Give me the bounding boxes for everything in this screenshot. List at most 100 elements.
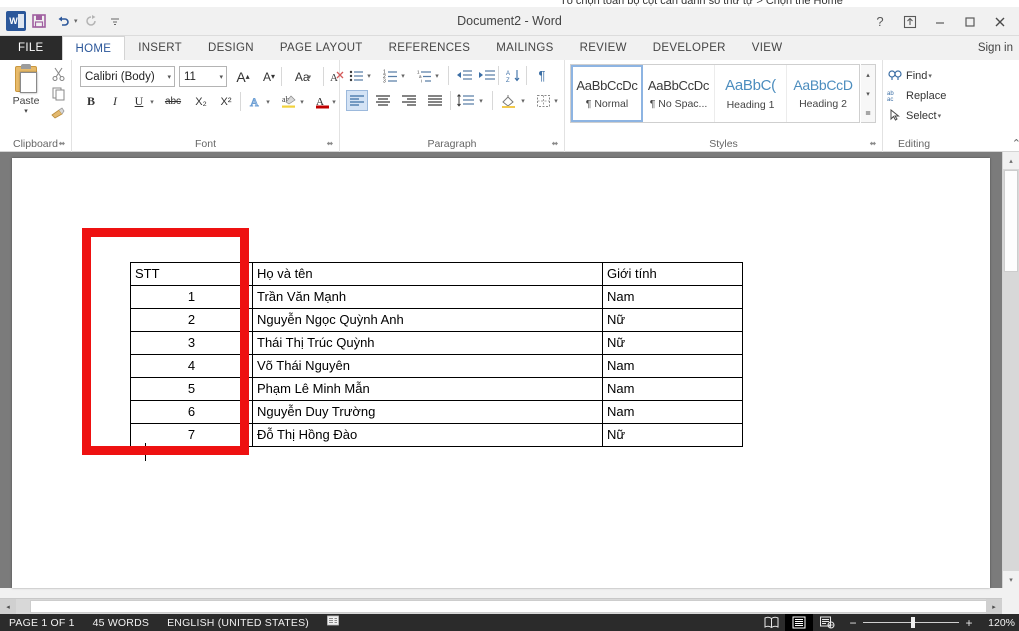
subscript-button[interactable]: X₂ <box>190 91 212 112</box>
underline-caret[interactable]: ▾ <box>148 91 158 112</box>
replace-button[interactable]: abac Replace <box>887 86 946 106</box>
collapse-ribbon-icon[interactable]: ⌃ <box>1012 137 1019 150</box>
tab-developer[interactable]: DEVELOPER <box>640 36 739 60</box>
font-dialog-launcher[interactable]: ⬌ <box>325 139 335 149</box>
superscript-button[interactable]: X² <box>215 91 237 112</box>
word-count[interactable]: 45 WORDS <box>84 617 158 629</box>
horizontal-scroll-thumb[interactable] <box>30 600 990 613</box>
cell-stt[interactable]: 4 <box>131 355 253 378</box>
paragraph-dialog-launcher[interactable]: ⬌ <box>550 139 560 149</box>
cell-gender[interactable]: Nam <box>603 378 743 401</box>
tab-mailings[interactable]: MAILINGS <box>483 36 566 60</box>
tab-file[interactable]: FILE <box>0 36 62 60</box>
vertical-scroll-thumb[interactable] <box>1004 170 1018 272</box>
font-size-input[interactable]: 11 ▾ <box>179 66 227 87</box>
bold-button[interactable]: B <box>80 91 102 112</box>
scroll-right-icon[interactable]: ▸ <box>986 599 1002 614</box>
zoom-in-button[interactable]: + <box>963 616 975 630</box>
cell-stt[interactable]: 2 <box>131 309 253 332</box>
tab-design[interactable]: DESIGN <box>195 36 267 60</box>
zoom-slider-handle[interactable] <box>911 617 915 628</box>
format-painter-icon[interactable] <box>48 104 68 122</box>
scroll-left-icon[interactable]: ◂ <box>0 599 16 614</box>
clipboard-dialog-launcher[interactable]: ⬌ <box>57 139 67 149</box>
font-name-input[interactable]: Calibri (Body) ▾ <box>80 66 175 87</box>
document-canvas[interactable]: STT Họ và tên Giới tính 1 Trần Văn Mạnh … <box>0 152 1019 588</box>
cell-name[interactable]: Phạm Lê Minh Mẫn <box>253 378 603 401</box>
font-size-caret[interactable]: ▾ <box>219 73 223 81</box>
show-formatting-marks-icon[interactable]: ¶ <box>531 65 553 86</box>
cell-name[interactable]: Nguyễn Duy Trường <box>253 401 603 424</box>
scroll-up-icon[interactable]: ▴ <box>1003 152 1019 169</box>
web-layout-button[interactable] <box>813 614 841 631</box>
table-row[interactable]: 3 Thái Thị Trúc Quỳnh Nữ <box>131 332 743 355</box>
select-button[interactable]: Select ▾ <box>887 106 941 126</box>
page-indicator[interactable]: PAGE 1 OF 1 <box>0 617 84 629</box>
paste-button[interactable]: Paste ▾ <box>6 64 46 115</box>
tab-insert[interactable]: INSERT <box>125 36 195 60</box>
shading-caret[interactable]: ▾ <box>519 90 529 111</box>
shrink-font-icon[interactable]: A▾ <box>258 66 280 87</box>
style-item-heading-2[interactable]: AaBbCcD Heading 2 <box>787 65 859 122</box>
help-button[interactable]: ? <box>865 9 895 35</box>
cell-gender[interactable]: Nữ <box>603 309 743 332</box>
cell-stt[interactable]: 1 <box>131 286 253 309</box>
vertical-scrollbar[interactable]: ▴ ▾ <box>1002 152 1019 588</box>
cell-gender[interactable]: Nam <box>603 401 743 424</box>
align-right-button[interactable] <box>398 90 420 111</box>
language-indicator[interactable]: ENGLISH (UNITED STATES) <box>158 617 318 629</box>
zoom-out-button[interactable]: − <box>847 616 859 630</box>
sort-icon[interactable]: AZ <box>503 65 525 86</box>
cell-stt[interactable]: 3 <box>131 332 253 355</box>
cell-gender[interactable]: Nam <box>603 355 743 378</box>
copy-icon[interactable] <box>48 84 68 102</box>
line-spacing-caret[interactable]: ▾ <box>477 90 487 111</box>
font-color-caret[interactable]: ▾ <box>330 91 340 112</box>
italic-button[interactable]: I <box>104 91 126 112</box>
strikethrough-button[interactable]: abc <box>162 91 184 112</box>
table-row[interactable]: 5 Phạm Lê Minh Mẫn Nam <box>131 378 743 401</box>
font-name-caret[interactable]: ▾ <box>167 73 171 81</box>
tab-view[interactable]: VIEW <box>739 36 796 60</box>
document-page[interactable]: STT Họ và tên Giới tính 1 Trần Văn Mạnh … <box>12 158 990 588</box>
close-button[interactable] <box>985 9 1015 35</box>
cell-name[interactable]: Thái Thị Trúc Quỳnh <box>253 332 603 355</box>
cell-stt[interactable]: 7 <box>131 424 253 447</box>
find-caret[interactable]: ▾ <box>928 72 932 80</box>
justify-button[interactable] <box>424 90 446 111</box>
style-item-normal[interactable]: AaBbCcDc ¶ Normal <box>571 65 643 122</box>
table-row[interactable]: 2 Nguyễn Ngọc Quỳnh Anh Nữ <box>131 309 743 332</box>
undo-dropdown-caret[interactable]: ▾ <box>74 17 78 25</box>
maximize-button[interactable] <box>955 9 985 35</box>
cell-name[interactable]: Đỗ Thị Hồng Đào <box>253 424 603 447</box>
styles-scroll-down-icon[interactable]: ▾ <box>866 84 870 103</box>
find-button[interactable]: Find ▾ <box>887 66 932 86</box>
select-caret[interactable]: ▾ <box>938 112 942 120</box>
tab-review[interactable]: REVIEW <box>567 36 640 60</box>
sign-in-link[interactable]: Sign in <box>978 36 1013 60</box>
align-left-button[interactable] <box>346 90 368 111</box>
proofing-status-icon[interactable] <box>318 615 349 630</box>
cut-icon[interactable] <box>48 64 68 82</box>
styles-more-icon[interactable]: ≣ <box>865 103 871 122</box>
line-spacing-icon[interactable] <box>455 90 477 111</box>
cell-gender[interactable]: Nữ <box>603 424 743 447</box>
styles-scroll-up-icon[interactable]: ▴ <box>866 65 870 84</box>
style-item-no-spacing[interactable]: AaBbCcDc ¶ No Spac... <box>643 65 715 122</box>
print-layout-button[interactable] <box>785 614 813 631</box>
increase-indent-icon[interactable] <box>476 65 498 86</box>
ribbon-display-options-icon[interactable] <box>895 9 925 35</box>
borders-caret[interactable]: ▾ <box>552 90 562 111</box>
data-table[interactable]: STT Họ và tên Giới tính 1 Trần Văn Mạnh … <box>130 262 743 447</box>
table-row[interactable]: 1 Trần Văn Mạnh Nam <box>131 286 743 309</box>
underline-button[interactable]: U <box>128 91 150 112</box>
cell-name[interactable]: Nguyễn Ngọc Quỳnh Anh <box>253 309 603 332</box>
table-row[interactable]: 7 Đỗ Thị Hồng Đào Nữ <box>131 424 743 447</box>
cell-name[interactable]: Trần Văn Mạnh <box>253 286 603 309</box>
text-highlight-caret[interactable]: ▾ <box>298 91 308 112</box>
save-icon[interactable] <box>28 10 50 32</box>
scroll-down-icon[interactable]: ▾ <box>1003 571 1019 588</box>
cell-gender[interactable]: Nam <box>603 286 743 309</box>
table-row[interactable]: 6 Nguyễn Duy Trường Nam <box>131 401 743 424</box>
zoom-slider-track[interactable] <box>863 622 959 623</box>
